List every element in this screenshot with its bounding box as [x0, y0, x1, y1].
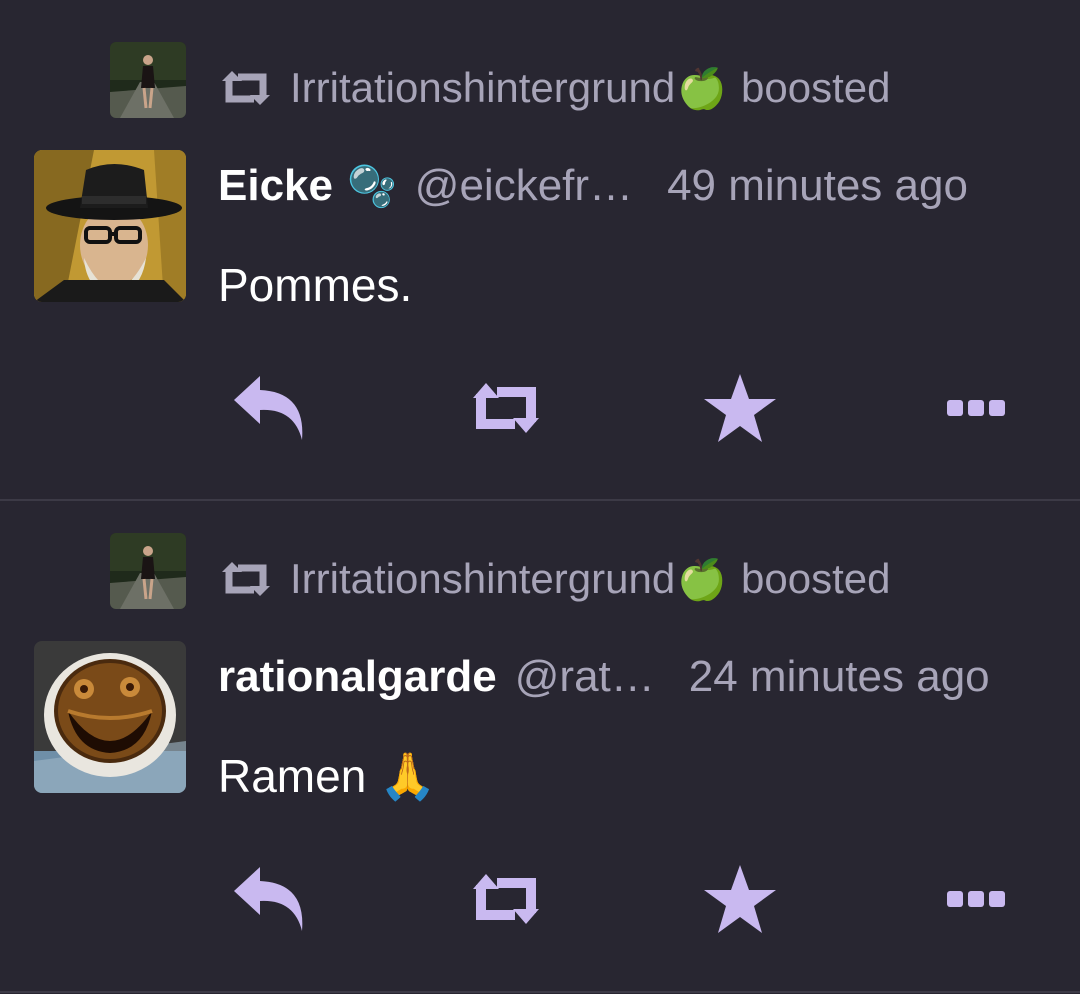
boost-icon [222, 71, 270, 105]
author-handle[interactable]: @rat… [515, 652, 655, 702]
favourite-button[interactable] [698, 366, 782, 450]
author-display-name[interactable]: rationalgarde [218, 652, 497, 702]
reply-icon [234, 376, 303, 440]
favourite-button[interactable] [698, 857, 782, 941]
reblog-button[interactable] [464, 857, 548, 941]
more-icon [947, 400, 1005, 416]
divider [0, 991, 1080, 993]
timestamp[interactable]: 49 minutes ago [667, 161, 968, 211]
booster-name[interactable]: Irritationshintergrund [290, 555, 675, 603]
booster-avatar[interactable] [110, 533, 186, 609]
author-avatar[interactable] [34, 150, 186, 302]
reply-icon [234, 867, 303, 931]
boost-icon [222, 562, 270, 596]
status-header: Eicke 🫧 @eickefr… 49 minutes ago [218, 154, 1018, 218]
status-post[interactable]: Irritationshintergrund 🍏 boosted rationa… [0, 501, 1080, 991]
author-handle[interactable]: @eickefr… [415, 161, 633, 211]
author-avatar[interactable] [34, 641, 186, 793]
apple-emoji: 🍏 [677, 557, 728, 602]
more-button[interactable] [934, 366, 1018, 450]
author-display-name[interactable]: Eicke [218, 161, 333, 211]
reply-button[interactable] [228, 366, 312, 450]
reblog-icon [473, 383, 539, 433]
apple-emoji: 🍏 [677, 66, 728, 111]
star-icon [704, 374, 776, 442]
boost-indicator[interactable]: Irritationshintergrund 🍏 boosted [218, 549, 890, 609]
bubbles-emoji: 🫧 [346, 164, 397, 209]
booster-name[interactable]: Irritationshintergrund [290, 64, 675, 112]
reblog-button[interactable] [464, 366, 548, 450]
more-button[interactable] [934, 857, 1018, 941]
status-text: Ramen [218, 750, 367, 802]
boosted-label: boosted [741, 64, 891, 111]
star-icon [704, 865, 776, 933]
status-header: rationalgarde @rat… 24 minutes ago [218, 645, 1018, 709]
timestamp[interactable]: 24 minutes ago [689, 652, 990, 702]
booster-avatar[interactable] [110, 42, 186, 118]
status-text: Pommes. [218, 259, 413, 311]
timeline-feed: Irritationshintergrund 🍏 boosted Eicke 🫧… [0, 0, 1080, 994]
status-post[interactable]: Irritationshintergrund 🍏 boosted Eicke 🫧… [0, 0, 1080, 490]
status-content: Pommes. [218, 258, 412, 312]
reblog-icon [473, 874, 539, 924]
status-content: Ramen 🙏 [218, 749, 436, 804]
folded-hands-emoji: 🙏 [379, 750, 437, 802]
more-icon [947, 891, 1005, 907]
boosted-label: boosted [741, 555, 891, 602]
reply-button[interactable] [228, 857, 312, 941]
boost-indicator[interactable]: Irritationshintergrund 🍏 boosted [218, 58, 890, 118]
